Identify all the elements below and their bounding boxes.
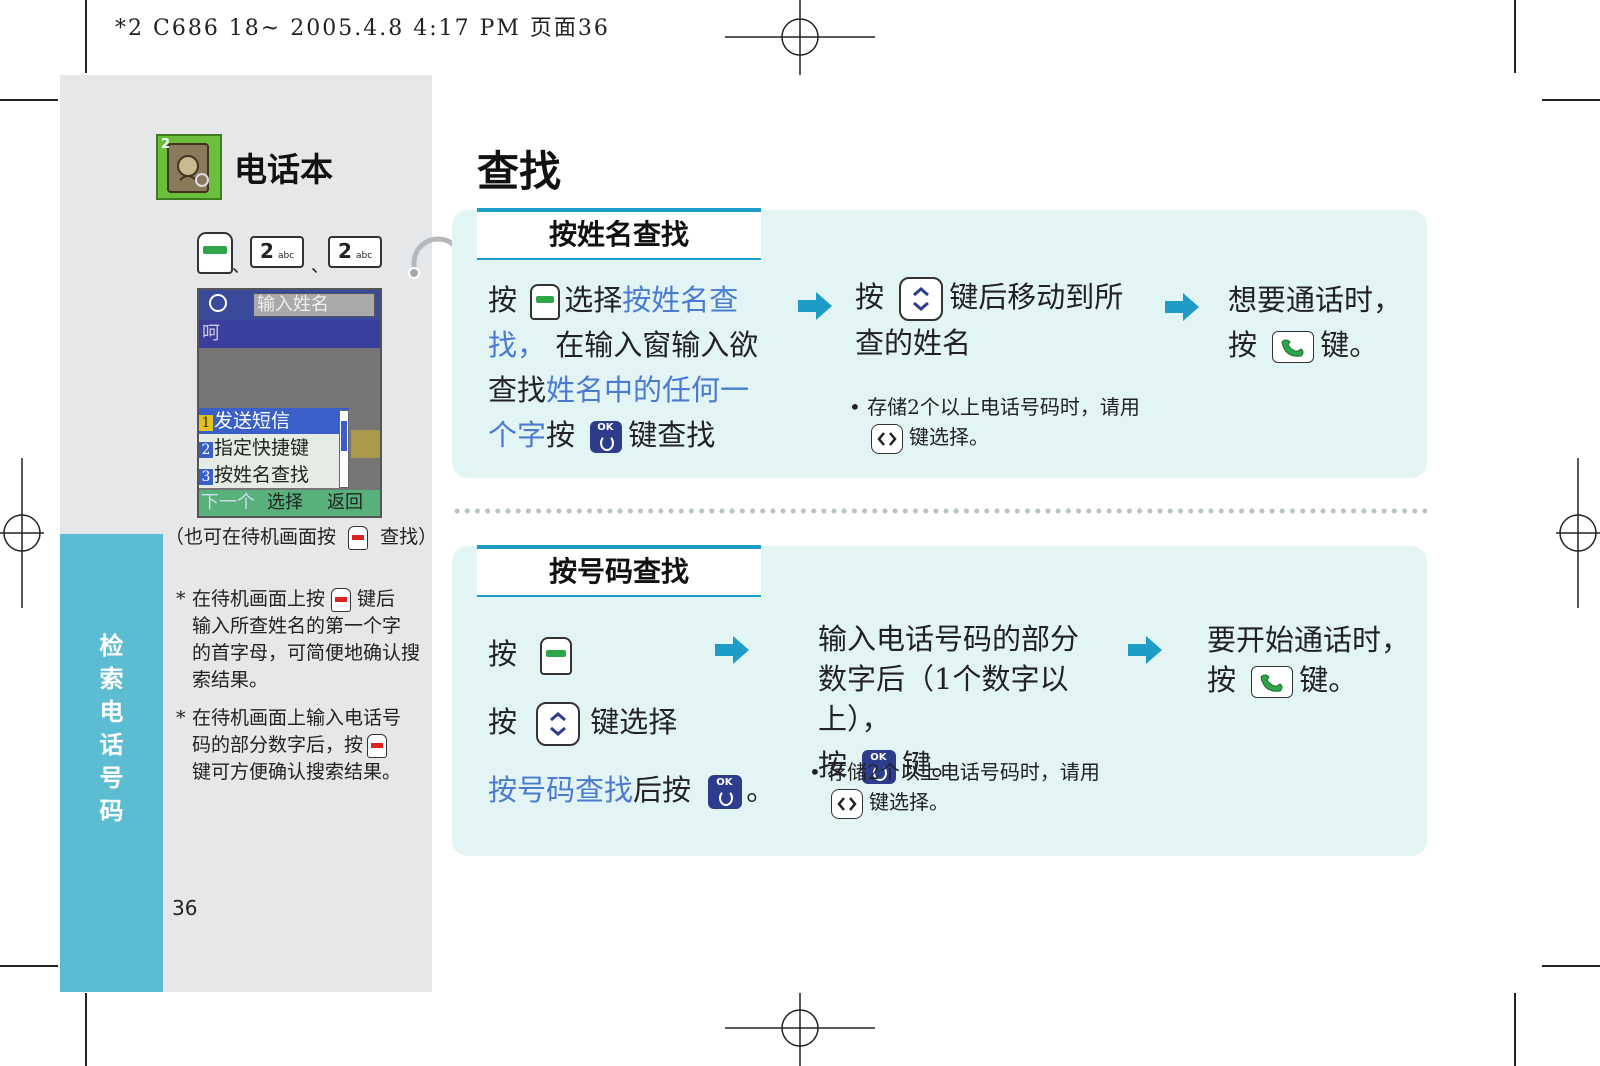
- menu-key-icon: [530, 284, 561, 320]
- nav-left-right-key-icon: [831, 788, 863, 819]
- print-header: *2 C686 18~ 2005.4.8 4:17 PM 页面36: [115, 16, 610, 41]
- step-1-confirm: 按号码查找后按 OK 。: [488, 773, 776, 809]
- menu-popup: 1 发送短信 2 指定快捷键 3 按姓名查找: [199, 408, 349, 488]
- menu-item[interactable]: 3 按姓名查找: [199, 462, 349, 488]
- step-1: 按: [488, 632, 573, 677]
- search-icon: [209, 294, 227, 312]
- menu-item[interactable]: 1 发送短信: [199, 408, 349, 434]
- softkey-next[interactable]: 下一个: [201, 490, 255, 516]
- step-3: 要开始通话时， 按 键。: [1207, 623, 1411, 698]
- section-heading: 按姓名查找: [477, 208, 761, 260]
- send-key-icon: [1251, 666, 1294, 698]
- clear-key-icon: [348, 526, 369, 550]
- nav-up-down-key-icon: [536, 702, 581, 746]
- crop-mark: [1542, 965, 1600, 967]
- nav-left-right-key-icon: [871, 423, 903, 454]
- phonebook-title: 电话本: [234, 150, 333, 189]
- menu-key-icon: [540, 637, 573, 675]
- arrow-icon: [1128, 636, 1162, 664]
- menu-item[interactable]: 2 指定快捷键: [199, 435, 349, 461]
- section-heading: 按号码查找: [477, 545, 761, 597]
- arrow-icon: [1165, 293, 1199, 321]
- registration-mark: [1556, 458, 1600, 608]
- step-2: 按 键后移动到所 查的姓名: [855, 275, 1155, 366]
- softkey-back[interactable]: 返回: [327, 490, 363, 516]
- search-input[interactable]: 输入姓名: [253, 293, 375, 317]
- search-bar: 输入姓名: [199, 290, 380, 320]
- softkey-select[interactable]: 选择: [267, 490, 303, 516]
- dotted-divider: [452, 508, 1427, 514]
- result-row[interactable]: 呵: [199, 320, 380, 348]
- clear-key-icon: [367, 734, 388, 758]
- clear-key-icon: [331, 588, 352, 612]
- crop-mark: [0, 99, 58, 101]
- phonebook-icon-badge: 2: [161, 137, 171, 152]
- phone-screen: 输入姓名 呵 1 发送短信 2 指定快捷键 3 按姓名查找 下一个 选择 返回: [197, 288, 382, 518]
- crop-mark: [85, 993, 87, 1066]
- crop-mark: [1514, 993, 1516, 1066]
- step-1-select: 按 键选择: [488, 700, 677, 746]
- step-2-note: • 存储2个以上电话号码时，请用 键选择。: [849, 392, 1149, 454]
- ok-key-icon: OK: [590, 421, 623, 453]
- digit-2-key-icon: 2 abc: [250, 236, 304, 268]
- ok-key-icon: OK: [708, 775, 743, 809]
- registration-mark: [0, 458, 44, 608]
- softkey-bar: 下一个 选择 返回: [199, 490, 380, 516]
- registration-mark: [725, 0, 875, 75]
- phonebook-icon: 2: [156, 134, 222, 200]
- crop-mark: [1514, 0, 1516, 73]
- crop-mark: [0, 965, 58, 967]
- arrow-icon: [715, 636, 749, 664]
- crop-mark: [85, 0, 87, 73]
- menu-key-icon: [197, 232, 233, 274]
- nav-up-down-key-icon: [899, 277, 944, 321]
- key-separator: 、: [311, 256, 329, 277]
- send-key-icon: [1272, 331, 1315, 363]
- section-tab-label: 检 索 电 话 号 码: [99, 632, 124, 825]
- note-2: * 在待机画面上输入电话号 码的部分数字后，按 键可方便确认搜索结果。: [176, 707, 402, 783]
- step-1: 按 选择按姓名查 找， 在输入窗输入欲 查找姓名中的任何一 个字按 OK 键查找: [488, 283, 759, 453]
- page-title: 查找: [477, 147, 562, 196]
- alt-note: （也可在待机画面按 查找）: [165, 526, 438, 550]
- arrow-icon: [798, 292, 832, 320]
- step-2-note: • 存储2个以上电话号码时，请用 键选择。: [809, 757, 1109, 819]
- menu-scrollbar[interactable]: [339, 410, 349, 488]
- registration-mark: [725, 993, 875, 1066]
- digit-2-key-icon: 2 abc: [328, 236, 382, 268]
- step-3: 想要通话时， 按 键。: [1228, 283, 1403, 363]
- note-1: * 在待机画面上按 键后 输入所查姓名的第一个字 的首字母，可简便地确认搜 索结果…: [176, 588, 421, 691]
- crop-mark: [1542, 99, 1600, 101]
- key-separator: 、: [232, 256, 250, 277]
- page-number: 36: [172, 896, 198, 920]
